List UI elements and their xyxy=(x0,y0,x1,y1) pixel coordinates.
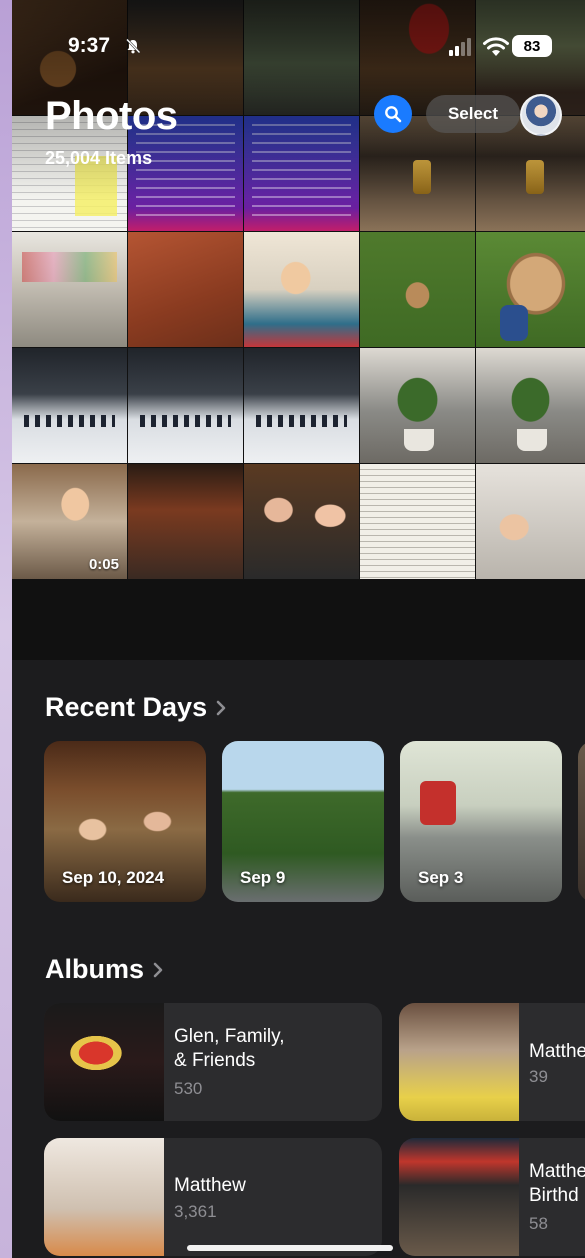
album-name: Matthe Birthd xyxy=(529,1161,585,1206)
recent-day-label: Sep 10, 2024 xyxy=(62,868,165,887)
album-cover xyxy=(399,1138,519,1256)
photo-thumbnail[interactable] xyxy=(360,232,475,347)
album-count: 530 xyxy=(174,1079,203,1098)
photo-thumbnail[interactable] xyxy=(476,348,585,463)
video-thumbnail[interactable]: 0:05 xyxy=(12,464,127,579)
album-name: Glen, Family, & Friends xyxy=(174,1026,285,1071)
photo-thumbnail[interactable] xyxy=(244,348,359,463)
bell-off-icon xyxy=(126,38,141,54)
search-button[interactable] xyxy=(374,95,412,133)
photo-thumbnail[interactable] xyxy=(360,464,475,579)
recent-day-card[interactable]: Sep 9 xyxy=(222,741,384,902)
album-count: 39 xyxy=(529,1067,548,1086)
album-card[interactable]: Matthe 39 xyxy=(399,1003,585,1121)
desktop-background xyxy=(0,0,12,1258)
photo-thumbnail[interactable] xyxy=(360,348,475,463)
album-count: 3,361 xyxy=(174,1202,217,1221)
photos-app-screen: 0:05 9:37 83 Photos 25,004 Items Select … xyxy=(12,0,585,1258)
photo-thumbnail[interactable] xyxy=(12,348,127,463)
album-cover xyxy=(44,1138,164,1256)
account-avatar[interactable] xyxy=(520,94,562,136)
album-card[interactable]: Matthe Birthd 58 xyxy=(399,1138,585,1256)
recent-day-card[interactable] xyxy=(578,741,585,902)
recent-day-label: Sep 3 xyxy=(418,868,464,887)
album-name: Matthew xyxy=(174,1175,246,1196)
recent-day-card[interactable]: Sep 10, 2024 xyxy=(44,741,206,902)
wifi-icon xyxy=(483,37,509,56)
album-cover xyxy=(399,1003,519,1121)
photo-thumbnail[interactable] xyxy=(128,232,243,347)
status-time: 9:37 xyxy=(68,34,111,57)
albums-header[interactable]: Albums xyxy=(45,954,164,985)
album-card[interactable]: Glen, Family, & Friends 530 xyxy=(44,1003,382,1121)
chevron-right-icon xyxy=(216,700,226,715)
search-icon xyxy=(385,106,402,123)
photo-thumbnail[interactable] xyxy=(476,464,585,579)
photo-thumbnail[interactable] xyxy=(360,116,475,231)
photo-thumbnail[interactable] xyxy=(12,232,127,347)
photo-thumbnail[interactable] xyxy=(476,232,585,347)
recent-day-label: Sep 9 xyxy=(240,868,286,887)
album-count: 58 xyxy=(529,1214,548,1233)
item-count: 25,004 Items xyxy=(45,148,153,168)
signal-icon xyxy=(449,38,471,56)
home-indicator[interactable] xyxy=(187,1245,393,1251)
page-title: Photos xyxy=(45,94,178,138)
video-duration: 0:05 xyxy=(88,556,119,573)
photo-thumbnail[interactable] xyxy=(128,464,243,579)
albums-title: Albums xyxy=(45,954,145,984)
album-cover xyxy=(44,1003,164,1121)
recent-days-header[interactable]: Recent Days xyxy=(45,692,227,723)
chevron-right-icon xyxy=(153,962,163,977)
battery-indicator: 83 xyxy=(512,35,552,57)
select-button[interactable]: Select xyxy=(426,95,520,133)
album-card[interactable]: Matthew 3,361 xyxy=(44,1138,382,1256)
recent-day-card[interactable]: Sep 3 xyxy=(400,741,562,902)
status-bar: 9:37 83 xyxy=(12,30,585,64)
recent-days-title: Recent Days xyxy=(45,692,208,722)
photo-thumbnail[interactable] xyxy=(244,232,359,347)
photo-thumbnail[interactable] xyxy=(244,116,359,231)
album-name: Matthe xyxy=(529,1041,585,1062)
photo-thumbnail[interactable] xyxy=(128,348,243,463)
photo-thumbnail[interactable] xyxy=(244,464,359,579)
